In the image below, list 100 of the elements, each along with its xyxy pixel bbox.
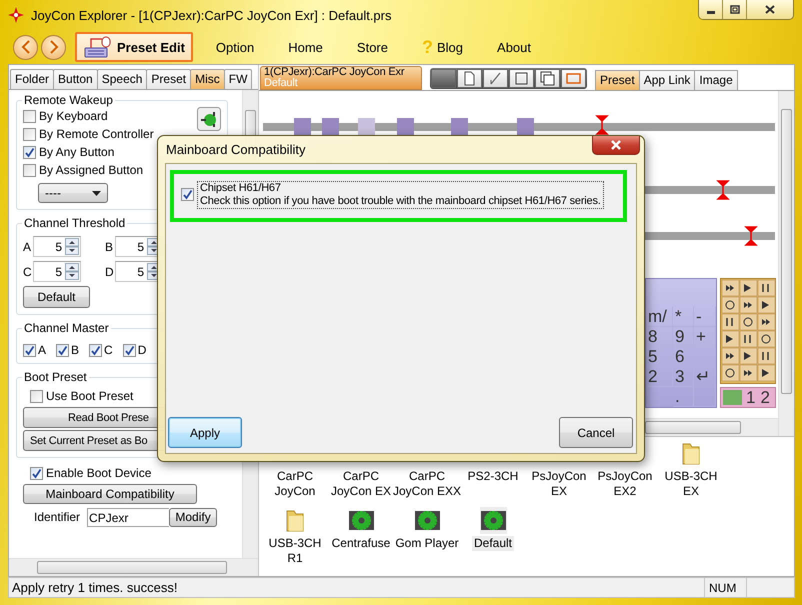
tab[interactable]: Speech <box>96 69 148 89</box>
dialog-title: Mainboard Compatibility <box>165 141 306 159</box>
dialog-button[interactable]: Cancel <box>559 417 633 448</box>
tab[interactable]: Folder <box>10 69 54 89</box>
keypad-key: 6 <box>673 347 694 367</box>
spin-field[interactable]: 5 <box>33 261 81 282</box>
folder-icon <box>285 508 305 533</box>
close-icon <box>765 5 775 14</box>
tab[interactable]: Misc <box>190 69 225 89</box>
maximize-button[interactable] <box>723 0 747 19</box>
preset-item[interactable]: Default <box>460 507 526 574</box>
keypad-key: m/ <box>646 307 673 327</box>
checkbox-label: D <box>138 343 146 357</box>
preset-item[interactable]: USB-3CH R1 <box>262 507 328 574</box>
checkbox[interactable] <box>30 390 43 402</box>
channel-indicator <box>723 390 742 405</box>
checkbox-label: B <box>71 343 80 357</box>
tab[interactable]: Button <box>53 69 98 89</box>
scrollbar-thumb[interactable] <box>781 109 792 394</box>
menu-tab[interactable]: Store <box>346 32 399 62</box>
keypad-key: 5 <box>646 347 673 367</box>
checkbox-label: By Any Button <box>39 145 114 159</box>
keypad-key: 9 <box>673 327 694 347</box>
checkbox[interactable] <box>181 188 194 201</box>
group-title: Boot Preset <box>23 370 88 384</box>
checkbox[interactable] <box>122 344 136 356</box>
preset-item[interactable]: USB-3CH EX <box>658 440 724 507</box>
checkbox[interactable] <box>23 146 36 158</box>
toolbar-button[interactable] <box>561 69 586 88</box>
checkbox[interactable] <box>23 344 36 356</box>
tab[interactable]: App Link <box>638 70 696 90</box>
checkbox-label: Enable Boot Device <box>46 466 152 480</box>
gear-icon <box>480 508 506 533</box>
maximize-icon <box>730 5 740 14</box>
field-label: Identifier <box>34 510 80 524</box>
plug-icon <box>197 107 221 131</box>
keypad-key: 2 <box>646 367 673 387</box>
toolbar-button[interactable] <box>457 69 482 88</box>
checkbox[interactable] <box>23 164 36 176</box>
document-title: 1(CPJexr):CarPC JoyCon Exr <box>264 66 404 78</box>
close-button[interactable] <box>592 136 640 155</box>
tab[interactable]: Preset <box>146 69 192 89</box>
check-mark-icon <box>488 71 503 86</box>
checkbox[interactable] <box>56 344 70 356</box>
toolbar-button[interactable] <box>483 69 508 88</box>
scrollbar-thumb[interactable] <box>37 561 227 574</box>
tab[interactable]: FW <box>224 69 252 89</box>
toolbar-button[interactable] <box>509 69 534 88</box>
menu-tab[interactable]: ? Blog <box>411 32 474 62</box>
preset-item[interactable]: Centrafuse <box>328 507 394 574</box>
checkbox-label: By Assigned Button <box>39 163 144 177</box>
field-label: D <box>105 264 115 278</box>
keypad-key: . <box>673 387 694 407</box>
tab[interactable]: Image <box>694 70 738 90</box>
button-number: 1 <box>746 388 756 408</box>
close-icon <box>610 140 622 150</box>
gear-icon <box>414 508 440 533</box>
menu-tab[interactable]: Preset Edit <box>75 32 193 62</box>
checkbox-label: Use Boot Preset <box>46 389 134 403</box>
button-number: 2 <box>760 388 771 408</box>
back-button[interactable] <box>13 34 38 60</box>
checkbox-label: A <box>38 343 46 357</box>
forward-button[interactable] <box>41 34 66 60</box>
scrollbar-thumb[interactable] <box>645 421 741 434</box>
dropdown[interactable]: ---- <box>38 183 108 203</box>
checkbox-label: By Remote Controller <box>39 127 154 141</box>
modify-button[interactable]: Modify <box>169 508 218 526</box>
field-label: B <box>105 240 114 254</box>
keypad-key: ↵ <box>694 367 716 407</box>
menu-tab[interactable]: About <box>486 32 542 62</box>
folder-icon <box>681 441 701 466</box>
keypad-key: + <box>694 327 716 367</box>
app-icon <box>8 7 24 23</box>
tab[interactable]: Preset <box>595 70 640 90</box>
keypad-key: 8 <box>646 327 673 347</box>
window-title: JoyCon Explorer - [1(CPJexr):CarPC JoyCon Exr] : Default.prs <box>31 8 392 22</box>
identifier-field[interactable]: CPJexr <box>87 508 170 526</box>
menu-tab[interactable]: Option <box>204 32 266 62</box>
checkbox[interactable] <box>30 466 43 480</box>
copy-icon <box>540 71 555 86</box>
toolbar-button[interactable] <box>535 69 560 88</box>
status-message: Apply retry 1 times. success! <box>11 580 178 595</box>
preset-item[interactable]: Gom Player <box>394 507 460 574</box>
default-button[interactable]: Default <box>23 286 90 308</box>
menu-tab[interactable]: Home <box>277 32 334 62</box>
spin-field[interactable]: 5 <box>33 236 81 257</box>
page-icon <box>462 71 477 86</box>
checkbox[interactable] <box>23 110 36 122</box>
status-indicator: NUM <box>704 578 746 597</box>
close-button[interactable] <box>747 0 793 19</box>
keyboard-icon <box>83 35 113 59</box>
checkbox[interactable] <box>89 344 102 356</box>
field-label: A <box>23 240 32 254</box>
checkbox[interactable] <box>23 128 36 140</box>
dialog-button[interactable]: Apply <box>168 417 242 448</box>
square-icon <box>514 71 529 86</box>
keypad-key: 3 <box>673 367 694 387</box>
mainboard-compatibility-button[interactable]: Mainboard Compatibility <box>23 484 197 504</box>
document-tab[interactable]: 1(CPJexr):CarPC JoyCon Exr Default <box>260 66 422 90</box>
minimize-button[interactable] <box>699 0 723 19</box>
